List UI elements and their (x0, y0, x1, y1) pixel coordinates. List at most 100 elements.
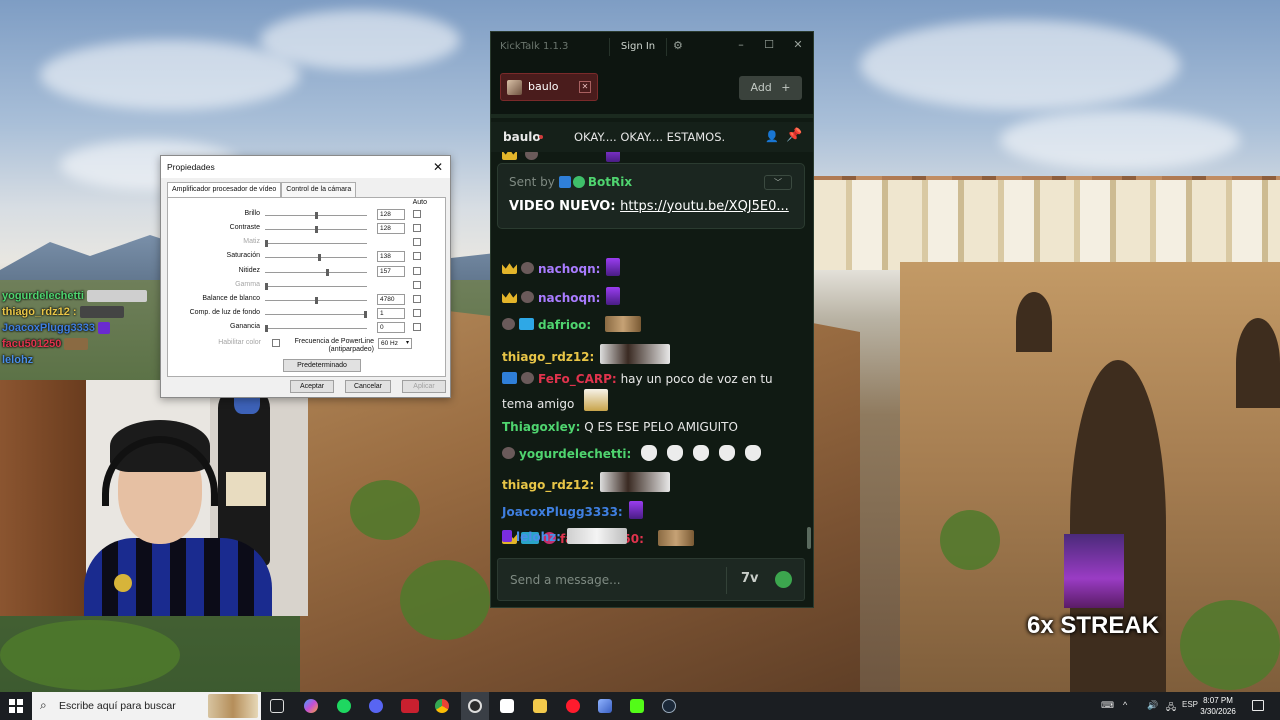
property-value-field[interactable]: 128 (377, 223, 405, 234)
remote-app-icon[interactable] (598, 699, 612, 713)
pin-icon[interactable]: 📌 (786, 128, 802, 143)
search-highlight-image (208, 694, 258, 718)
chat-username[interactable]: dafrioo: (538, 318, 591, 332)
property-value-field[interactable]: 138 (377, 251, 405, 262)
property-slider[interactable] (265, 212, 367, 219)
chat-username[interactable]: nachoqn: (538, 291, 600, 305)
volume-icon[interactable]: 🔊 (1147, 700, 1158, 711)
chevron-down-icon[interactable]: ﹀ (764, 175, 792, 190)
auto-checkbox[interactable] (413, 238, 421, 246)
chat-username[interactable]: JoacoxPlugg3333: (502, 505, 623, 519)
chat-username[interactable]: thiago_rdz12: (502, 350, 594, 364)
gear-icon[interactable]: ⚙ (673, 39, 683, 52)
minimize-icon[interactable]: – (733, 38, 749, 56)
obs-icon[interactable] (468, 699, 482, 713)
default-button[interactable]: Predeterminado (283, 359, 361, 372)
enable-color-checkbox[interactable] (272, 339, 280, 347)
property-value-field[interactable]: 0 (377, 322, 405, 333)
auto-checkbox[interactable] (413, 267, 421, 275)
slider-thumb[interactable] (364, 311, 367, 318)
slider-thumb[interactable] (265, 240, 268, 247)
auto-checkbox[interactable] (413, 309, 421, 317)
property-slider[interactable] (265, 311, 367, 318)
cancel-button[interactable]: Cancelar (345, 380, 391, 393)
pinned-message: Sent by BotRix ﹀ VIDEO NUEVO: https://you… (497, 163, 805, 229)
kick-emote-icon[interactable] (775, 571, 792, 588)
property-slider[interactable] (265, 226, 367, 233)
property-slider[interactable] (265, 240, 367, 247)
chat-username[interactable]: lelohz: (516, 530, 561, 544)
overlay-chat-user: facu501250 (2, 338, 62, 350)
tab-camera-control[interactable]: Control de la cámara (281, 182, 357, 197)
slider-thumb[interactable] (315, 212, 318, 219)
maximize-icon[interactable]: ☐ (761, 38, 777, 56)
notification-icon[interactable] (1252, 700, 1264, 711)
spotify-icon[interactable] (337, 699, 351, 713)
property-value-field[interactable]: 1 (377, 308, 405, 319)
chat-username[interactable]: yogurdelechetti: (519, 447, 631, 461)
accept-button[interactable]: Aceptar (290, 380, 334, 393)
windows-start-icon[interactable] (9, 699, 23, 713)
chat-scrollbar[interactable] (807, 527, 811, 549)
pinned-text: VIDEO NUEVO: https://youtu.be/XQJ5E0... (509, 199, 801, 214)
chat-username[interactable]: FeFo_CARP: (538, 372, 617, 386)
user-icon[interactable]: 👤 (765, 130, 779, 143)
powerline-select[interactable]: 60 Hz ▾ (378, 338, 412, 349)
slider-thumb[interactable] (315, 297, 318, 304)
apply-button[interactable]: Aplicar (402, 380, 446, 393)
property-value-field[interactable]: 4780 (377, 294, 405, 305)
chat-username[interactable]: thiago_rdz12: (502, 478, 594, 492)
pinned-sender-name[interactable]: BotRix (588, 175, 632, 189)
property-slider[interactable] (265, 254, 367, 261)
chevron-up-icon[interactable]: ^ (1123, 700, 1127, 710)
bot-badge-icon (558, 176, 571, 188)
camera-app-icon[interactable] (500, 699, 514, 713)
close-icon[interactable]: ✕ (430, 156, 446, 178)
task-view-icon[interactable] (270, 699, 284, 713)
slider-thumb[interactable] (315, 226, 318, 233)
emote-image (641, 445, 658, 461)
sub-badge-icon (502, 318, 515, 330)
auto-checkbox[interactable] (413, 252, 421, 260)
property-slider[interactable] (265, 297, 367, 304)
channel-tab-baulo[interactable]: baulo ✕ (500, 73, 598, 101)
sign-in-button[interactable]: Sign In (609, 38, 667, 56)
opera-icon[interactable] (566, 699, 580, 713)
copilot-icon[interactable] (304, 699, 318, 713)
slider-thumb[interactable] (265, 283, 268, 290)
taskbar-search[interactable]: ⌕ Escribe aquí para buscar (32, 692, 261, 720)
overlay-chat-user: thiago_rdz12 (2, 306, 70, 318)
dialog-panel: Auto Brillo 128 Contraste 128 Matiz Saturació… (167, 197, 446, 377)
video-app-icon[interactable] (401, 699, 419, 713)
auto-checkbox[interactable] (413, 281, 421, 289)
chat-username[interactable]: nachoqn: (538, 262, 600, 276)
chat-username[interactable]: Thiagoxley: (502, 420, 580, 434)
discord-icon[interactable] (369, 699, 383, 713)
slider-thumb[interactable] (318, 254, 321, 261)
auto-checkbox[interactable] (413, 210, 421, 218)
network-icon[interactable]: 🖧 (1166, 700, 1176, 716)
message-input[interactable]: Send a message... (510, 573, 621, 587)
keyboard-icon[interactable]: ⌨ (1101, 700, 1114, 711)
system-clock[interactable]: 8:07 PM 3/30/2026 (1195, 695, 1241, 717)
pinned-link[interactable]: https://youtu.be/XQJ5E0... (620, 199, 789, 214)
property-slider[interactable] (265, 283, 367, 290)
folder-icon[interactable] (533, 699, 547, 713)
close-tab-icon[interactable]: ✕ (579, 81, 591, 93)
property-value-field[interactable]: 157 (377, 266, 405, 277)
property-slider[interactable] (265, 325, 367, 332)
steam-icon[interactable] (662, 699, 676, 713)
close-icon[interactable]: ✕ (790, 38, 806, 56)
tab-video-amp[interactable]: Amplificador procesador de vídeo (167, 182, 282, 198)
auto-checkbox[interactable] (413, 295, 421, 303)
kick-icon[interactable] (630, 699, 644, 713)
property-slider[interactable] (265, 269, 367, 276)
slider-thumb[interactable] (326, 269, 329, 276)
auto-checkbox[interactable] (413, 224, 421, 232)
property-value-field[interactable]: 128 (377, 209, 405, 220)
add-channel-button[interactable]: Add + (739, 76, 802, 100)
chrome-icon[interactable] (435, 699, 449, 713)
auto-checkbox[interactable] (413, 323, 421, 331)
seventv-emote-icon[interactable]: 7v (741, 571, 759, 586)
slider-thumb[interactable] (265, 325, 268, 332)
